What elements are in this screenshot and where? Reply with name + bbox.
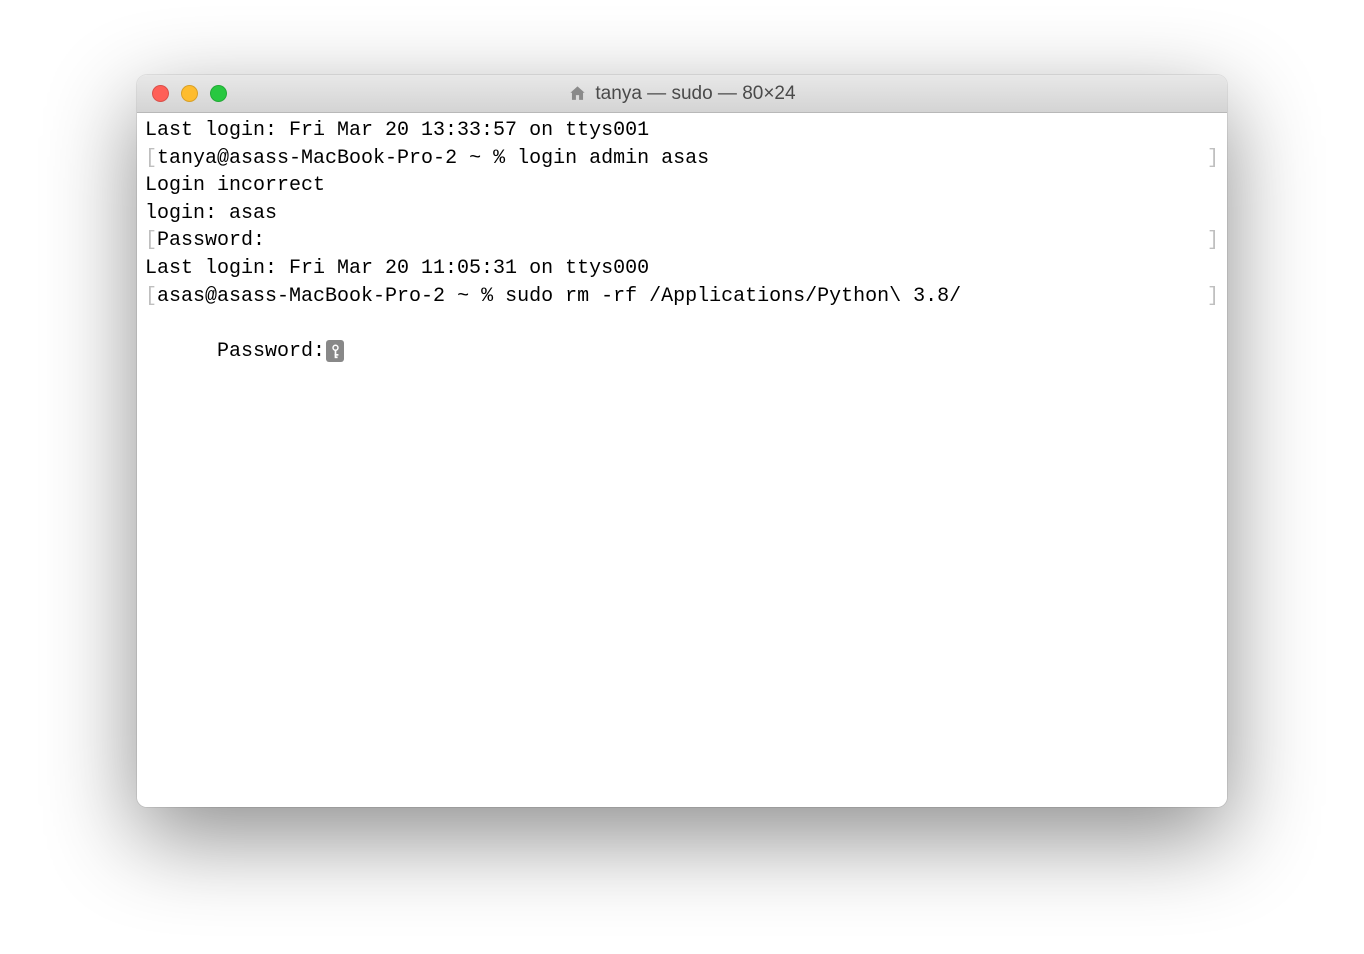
password-label: Password: [217,340,325,363]
window-title: tanya — sudo — 80×24 [137,83,1227,105]
traffic-lights [137,85,227,102]
maximize-button[interactable] [210,85,227,102]
terminal-body[interactable]: Last login: Fri Mar 20 13:33:57 on ttys0… [137,113,1227,807]
terminal-window: tanya — sudo — 80×24 Last login: Fri Mar… [137,75,1227,807]
bracket-right: ] [1207,227,1219,255]
terminal-line: Login incorrect [145,172,1219,200]
bracket-left: [ [145,285,157,308]
terminal-line: [tanya@asass-MacBook-Pro-2 ~ % login adm… [145,145,1219,173]
bracket-left: [ [145,147,157,170]
terminal-line: Last login: Fri Mar 20 13:33:57 on ttys0… [145,117,1219,145]
bracket-left: [ [145,229,157,252]
terminal-line: [asas@asass-MacBook-Pro-2 ~ % sudo rm -r… [145,283,1219,311]
bracket-right: ] [1207,283,1219,311]
terminal-line: login: asas [145,200,1219,228]
password-prompt-line: Password: [145,310,1219,393]
bracket-right: ] [1207,145,1219,173]
prompt-text: tanya@asass-MacBook-Pro-2 ~ % login admi… [157,147,709,170]
title-bar[interactable]: tanya — sudo — 80×24 [137,75,1227,113]
home-icon [568,84,587,103]
window-title-text: tanya — sudo — 80×24 [595,83,795,105]
minimize-button[interactable] [181,85,198,102]
terminal-line: [Password: ] [145,227,1219,255]
prompt-text: asas@asass-MacBook-Pro-2 ~ % sudo rm -rf… [157,285,961,308]
close-button[interactable] [152,85,169,102]
key-icon [326,340,344,362]
prompt-text: Password: [157,229,265,252]
terminal-line: Last login: Fri Mar 20 11:05:31 on ttys0… [145,255,1219,283]
